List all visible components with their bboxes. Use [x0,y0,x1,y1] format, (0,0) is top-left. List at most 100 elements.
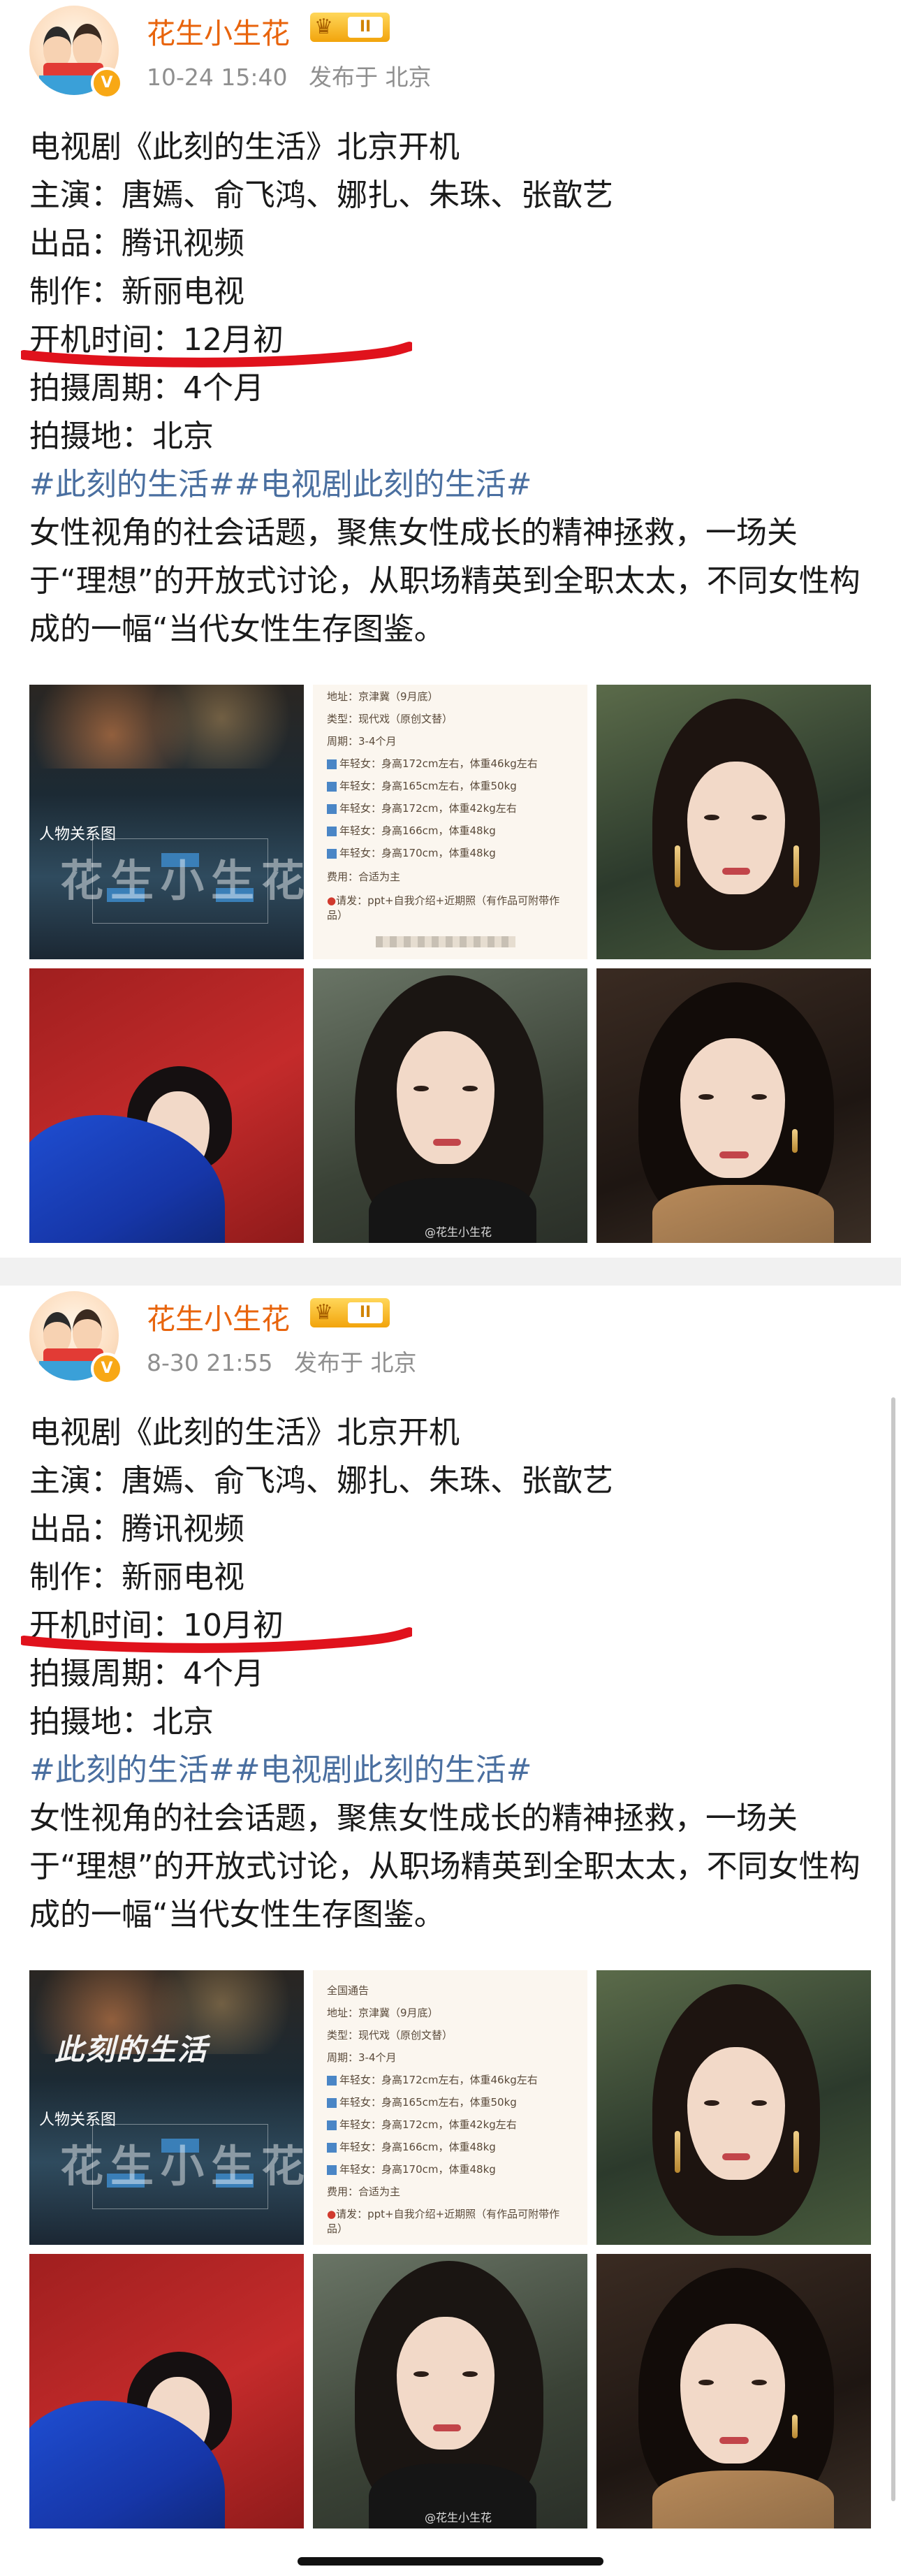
portrait-eye [698,1094,714,1100]
post-line: 出品：腾讯视频 [29,226,244,261]
portrait-lips [722,868,750,875]
portrait-photo[interactable] [596,968,871,1243]
post-body: 电视剧《此刻的生活》北京开机 主演：唐嫣、俞飞鸿、娜扎、朱珠、张歆艺 出品：腾讯… [29,1409,874,1939]
notice-line: 年轻女：身高172cm，体重42kg左右 [339,802,517,815]
earring [792,1129,798,1153]
portrait-eye [698,2380,714,2385]
home-indicator[interactable] [298,2557,603,2566]
post-time: 10-24 15:40 [147,64,288,91]
number-icon [327,781,337,792]
username[interactable]: 花生小生花 [147,1295,290,1337]
post-line: 制作：新丽电视 [29,274,244,310]
number-icon [327,2097,337,2108]
portrait-lips [719,2437,749,2444]
verified-badge-icon: V [91,67,123,99]
portrait-photo[interactable]: @花生小生花 [313,968,587,1243]
member-level-badge[interactable]: ♛ II [310,1298,390,1327]
number-icon [327,759,337,769]
notice-line: 费用：合适为主 [327,2185,401,2198]
relationship-chart-image[interactable]: 此刻的生活 人物关系图 花生小生花 [29,1970,304,2245]
notice-line: 年轻女：身高172cm，体重42kg左右 [339,2118,517,2131]
post-divider [0,1258,901,1286]
portrait-eye [704,815,719,820]
crown-icon: ♛ [314,1300,333,1325]
weibo-post: V 花生小生花 ♛ II 10-24 15:40 发布于 北京 电视剧《此刻的生… [0,0,901,1258]
image-watermark: @花生小生花 [425,1225,492,1239]
post-line: 电视剧《此刻的生活》北京开机 [29,129,460,165]
notice-line: 类型：现代戏（原创文替） [327,2029,453,2042]
number-icon [327,2164,337,2175]
post-paragraph: 女性视角的社会话题，聚焦女性成长的精神拯救，一场关于“理想”的开放式讨论，从职场… [29,515,860,647]
notice-line: 年轻女：身高165cm左右，体重50kg [339,2096,517,2109]
member-level-badge[interactable]: ♛ II [310,13,390,42]
casting-notice-image[interactable]: 地址：京津冀（9月底） 类型：现代戏（原创文替） 周期：3-4个月 年轻女：身高… [313,685,587,959]
number-icon [327,848,337,859]
verified-badge-icon: V [91,1353,123,1385]
earring [793,2131,799,2173]
weibo-post: V 花生小生花 ♛ II 8-30 21:55 发布于 北京 电视剧《此刻的生活… [0,1286,901,2543]
city-lights [29,685,304,769]
post-line: 拍摄地：北京 [29,1704,214,1740]
number-icon [327,803,337,814]
username[interactable]: 花生小生花 [147,10,290,52]
drama-title-art: 此刻的生活 [54,2032,209,2067]
hashtag-link[interactable]: #此刻的生活##电视剧此刻的生活# [29,1746,874,1794]
gold-dress [652,1185,834,1243]
notice-line: 类型：现代戏（原创文替） [327,713,453,725]
notice-line: 年轻女：身高166cm，体重48kg [339,2141,496,2153]
portrait-eye [752,1094,767,1100]
notice-line: 年轻女：身高172cm左右，体重46kg左右 [339,757,538,770]
post-location: 发布于 北京 [294,1349,417,1376]
hashtag-link[interactable]: #此刻的生活##电视剧此刻的生活# [29,460,874,509]
portrait-photo[interactable] [596,1970,871,2245]
number-icon [327,2120,337,2130]
notice-line: 费用：合适为主 [327,871,401,883]
earring [675,2131,680,2173]
number-icon [327,826,337,836]
post-line: 制作：新丽电视 [29,1559,244,1595]
portrait-photo[interactable] [29,2254,304,2528]
portrait-lips [722,2153,750,2160]
mosaic-redaction [376,936,515,947]
portrait-photo[interactable]: @花生小生花 [313,2254,587,2528]
post-paragraph: 女性视角的社会话题，聚焦女性成长的精神拯救，一场关于“理想”的开放式讨论，从职场… [29,1800,860,1933]
scrollbar[interactable] [891,1397,895,2501]
casting-notice-image[interactable]: 全国通告 地址：京津冀（9月底） 类型：现代戏（原创文替） 周期：3-4个月 年… [313,1970,587,2245]
post-line: 拍摄周期：4个月 [29,370,264,406]
image-grid: 此刻的生活 人物关系图 花生小生花 全国通告 地址：京津冀（9月底） 类型：现代… [29,1970,872,2529]
notice-line: 周期：3-4个月 [327,735,397,748]
notice-line: 年轻女：身高170cm，体重48kg [339,847,496,859]
notice-line: 全国通告 [327,1984,369,1997]
image-watermark: 花生小生花 [60,2141,304,2192]
member-level: II [348,17,383,38]
post-line: 拍摄地：北京 [29,419,214,454]
post-location: 发布于 北京 [308,64,432,91]
notice-line: 周期：3-4个月 [327,2051,397,2064]
relationship-chart-image[interactable]: 人物关系图 花生小生花 [29,685,304,959]
portrait-photo[interactable] [29,968,304,1243]
post-body: 电视剧《此刻的生活》北京开机 主演：唐嫣、俞飞鸿、娜扎、朱珠、张歆艺 出品：腾讯… [29,123,874,653]
image-watermark: @花生小生花 [425,2511,492,2524]
image-grid: 人物关系图 花生小生花 地址：京津冀（9月底） 类型：现代戏（原创文替） 周期：… [29,685,872,1244]
portrait-eye [752,815,767,820]
red-highlight-stroke [21,342,412,368]
portrait-lips [433,1139,461,1146]
member-level: II [348,1302,383,1323]
portrait-eye [462,2371,478,2377]
crown-icon: ♛ [314,15,333,39]
portrait-eye [462,1086,478,1091]
post-line: 电视剧《此刻的生活》北京开机 [29,1415,460,1450]
portrait-photo[interactable] [596,2254,871,2528]
image-watermark: 花生小生花 [60,855,304,906]
earring [675,845,680,887]
portrait-photo[interactable] [596,685,871,959]
notice-line: 年轻女：身高166cm，体重48kg [339,824,496,837]
notice-line: 地址：京津冀（9月底） [327,2007,439,2019]
post-meta: 10-24 15:40 发布于 北京 [147,59,431,92]
notice-line: 年轻女：身高172cm左右，体重46kg左右 [339,2074,538,2086]
avatar-figure [73,24,102,67]
notice-line: 请发：ppt+自我介绍+近期照（有作品可附带作品） [327,2208,560,2235]
avatar-figure [43,27,71,68]
avatar-figure [73,1309,102,1353]
post-line: 主演：唐嫣、俞飞鸿、娜扎、朱珠、张歆艺 [29,1463,613,1499]
